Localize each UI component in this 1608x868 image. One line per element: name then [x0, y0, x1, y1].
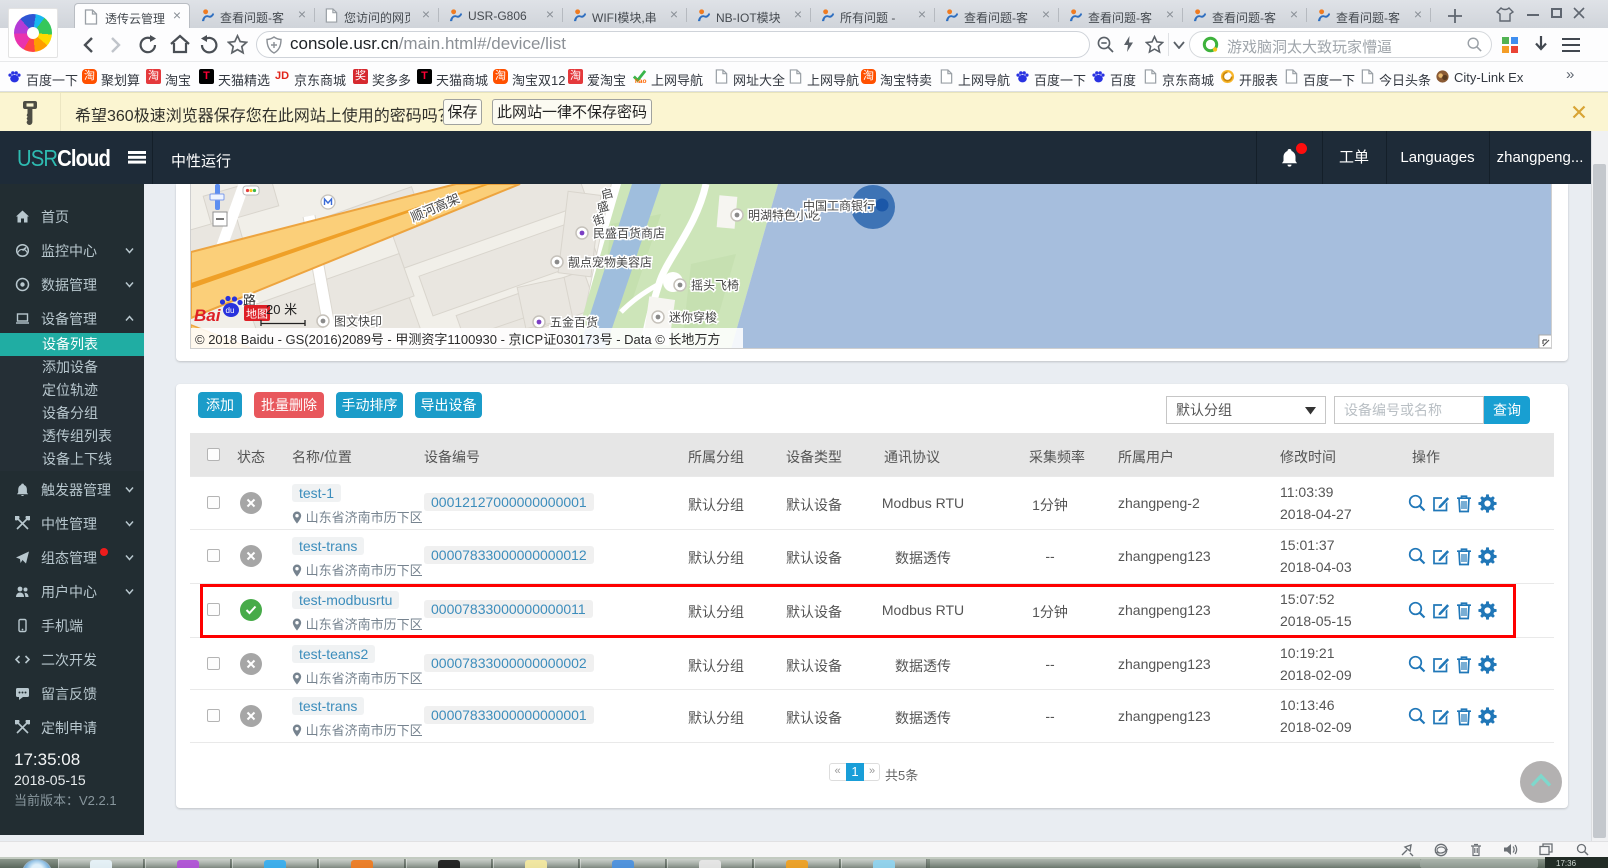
svg-text:20 米: 20 米 — [266, 302, 297, 317]
svg-text:五金百货: 五金百货 — [550, 315, 598, 330]
svg-text:du: du — [226, 306, 235, 315]
svg-text:迷你穿梭: 迷你穿梭 — [669, 310, 717, 325]
svg-text:摇头飞椅: 摇头飞椅 — [691, 279, 739, 293]
svg-text:图文快印: 图文快印 — [334, 314, 382, 329]
svg-text:民盛百货商店: 民盛百货商店 — [593, 226, 665, 241]
svg-text:靓点宠物美容店: 靓点宠物美容店 — [568, 255, 652, 270]
svg-text:© 2018 Baidu - GS(2016)2089号 -: © 2018 Baidu - GS(2016)2089号 - 甲测资字11009… — [195, 332, 720, 347]
svg-text:地图: 地图 — [246, 308, 268, 321]
svg-text:中国工商银行: 中国工商银行 — [803, 198, 875, 213]
svg-text:hao: hao — [635, 78, 647, 84]
svg-text:Bai: Bai — [194, 306, 222, 325]
